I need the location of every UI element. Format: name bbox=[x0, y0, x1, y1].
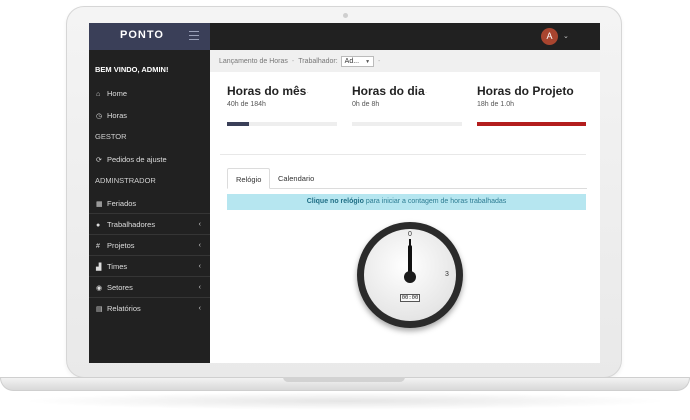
sidebar-item-trabalhadores[interactable]: ● Trabalhadores ‹ bbox=[89, 214, 210, 235]
section-gestor: GESTOR bbox=[95, 132, 127, 141]
sidebar-item-label: Relatórios bbox=[107, 304, 141, 313]
clock-icon: ◷ bbox=[96, 113, 103, 120]
sidebar-item-label: Feriados bbox=[107, 199, 137, 208]
webcam bbox=[343, 13, 348, 18]
progress-fill bbox=[227, 122, 249, 126]
info-alert: Clique no relógio para iniciar a contage… bbox=[227, 194, 586, 210]
worker-select[interactable]: Ad... ▼ bbox=[340, 56, 375, 67]
clock-face[interactable]: 0 3 00:00 bbox=[364, 229, 456, 321]
chevron-left-icon: ‹ bbox=[198, 221, 201, 228]
sidebar-item-home[interactable]: ⌂ Home bbox=[89, 83, 210, 104]
chevron-left-icon: ‹ bbox=[198, 305, 201, 312]
progress-bar-projeto bbox=[477, 122, 586, 126]
app-screen: PONTO A ⌄ BEM VINDO, ADMIN! ⌂ Home ◷ Horas… bbox=[89, 23, 600, 363]
users-icon: ◉ bbox=[96, 285, 103, 292]
sitemap-icon: ▟ bbox=[96, 264, 102, 271]
sidebar-item-relatorios[interactable]: ▤ Relatórios ‹ bbox=[89, 298, 210, 319]
sidebar-item-label: Setores bbox=[107, 283, 133, 292]
sidebar: BEM VINDO, ADMIN! ⌂ Home ◷ Horas GESTOR ⟳ P… bbox=[89, 50, 210, 363]
refresh-icon: ⟳ bbox=[96, 157, 102, 164]
user-icon: ● bbox=[96, 222, 101, 229]
progress-bar-mes bbox=[227, 122, 337, 126]
app-logo[interactable]: PONTO bbox=[120, 29, 164, 41]
sidebar-item-label: Horas bbox=[107, 111, 128, 120]
calendar-icon: ▦ bbox=[96, 201, 103, 208]
tab-relogio[interactable]: Relógio bbox=[227, 168, 271, 189]
tab-bar: Relógio Calendario bbox=[227, 168, 587, 189]
clock-number-right: 3 bbox=[445, 271, 449, 278]
menu-toggle-icon[interactable] bbox=[189, 31, 199, 40]
stat-horas-dia: Horas do dia· 0h de 8h bbox=[352, 84, 462, 108]
sidebar-item-setores[interactable]: ◉ Setores ‹ bbox=[89, 277, 210, 298]
stat-horas-projeto: Horas do Projeto 18h de 1.0h bbox=[477, 84, 587, 108]
alert-bold-text: Clique no relógio bbox=[306, 198, 364, 205]
progress-bar-dia bbox=[352, 122, 462, 126]
laptop-notch bbox=[283, 377, 405, 382]
chevron-left-icon: ‹ bbox=[198, 263, 201, 270]
brand-area: PONTO bbox=[89, 23, 210, 50]
breadcrumb: Lançamento de Horas - Trabalhador: Ad... ▼ - bbox=[210, 50, 600, 72]
user-avatar[interactable]: A bbox=[541, 28, 558, 45]
laptop-frame: PONTO A ⌄ BEM VINDO, ADMIN! ⌂ Home ◷ Horas… bbox=[0, 0, 690, 420]
stat-title: Horas do Projeto bbox=[477, 84, 574, 98]
clock-number-top: 0 bbox=[408, 231, 412, 238]
sidebar-item-pedidos[interactable]: ⟳ Pedidos de ajuste bbox=[89, 149, 210, 170]
sidebar-item-label: Projetos bbox=[107, 241, 135, 250]
worker-select-value: Ad... bbox=[344, 58, 360, 65]
stat-title: Horas do mês bbox=[227, 84, 307, 98]
stat-title: Horas do dia bbox=[352, 84, 425, 98]
sidebar-item-label: Times bbox=[107, 262, 128, 271]
chevron-down-icon[interactable]: ⌄ bbox=[563, 32, 569, 40]
sidebar-item-projetos[interactable]: # Projetos ‹ bbox=[89, 235, 210, 256]
clock-digital-display: 00:00 bbox=[400, 294, 420, 302]
file-icon: ▤ bbox=[96, 306, 103, 313]
chevron-left-icon: ‹ bbox=[198, 284, 201, 291]
breadcrumb-separator: - bbox=[291, 58, 295, 65]
stat-horas-mes: Horas do mês· 40h de 184h bbox=[227, 84, 337, 108]
sidebar-item-feriados[interactable]: ▦ Feriados bbox=[89, 193, 210, 214]
tab-calendario[interactable]: Calendario bbox=[270, 168, 322, 189]
breadcrumb-separator: - bbox=[378, 58, 381, 65]
caret-down-icon: ▼ bbox=[365, 59, 371, 65]
main-content: Lançamento de Horas - Trabalhador: Ad... ▼ - … bbox=[210, 50, 600, 363]
laptop-shadow bbox=[20, 392, 670, 410]
clock-hub bbox=[404, 271, 416, 283]
home-icon: ⌂ bbox=[96, 91, 101, 98]
sidebar-item-label: Home bbox=[107, 89, 128, 98]
sidebar-item-label: Pedidos de ajuste bbox=[107, 155, 167, 164]
alert-text: para iniciar a contagem de horas trabalh… bbox=[363, 198, 507, 205]
top-navbar: PONTO A ⌄ bbox=[89, 23, 600, 50]
clock-button[interactable]: 0 3 00:00 bbox=[357, 222, 463, 328]
stat-subtitle: 40h de 184h bbox=[227, 101, 266, 108]
worker-label: Trabalhador: bbox=[298, 58, 338, 65]
breadcrumb-trail: Lançamento de Horas - Trabalhador: Ad... ▼ - bbox=[219, 56, 384, 67]
chevron-left-icon: ‹ bbox=[198, 242, 201, 249]
sidebar-item-horas[interactable]: ◷ Horas bbox=[89, 105, 210, 126]
stat-subtitle: 0h de 8h bbox=[352, 101, 380, 108]
section-administrador: ADMINSTRADOR bbox=[95, 176, 156, 185]
welcome-text: BEM VINDO, ADMIN! bbox=[95, 65, 169, 74]
breadcrumb-page[interactable]: Lançamento de Horas bbox=[219, 58, 288, 65]
stat-subtitle: 18h de 1.0h bbox=[477, 101, 514, 108]
divider bbox=[220, 154, 586, 155]
hash-icon: # bbox=[96, 243, 100, 250]
progress-fill bbox=[477, 122, 586, 126]
sidebar-item-times[interactable]: ▟ Times ‹ bbox=[89, 256, 210, 277]
sidebar-item-label: Trabalhadores bbox=[107, 220, 156, 229]
